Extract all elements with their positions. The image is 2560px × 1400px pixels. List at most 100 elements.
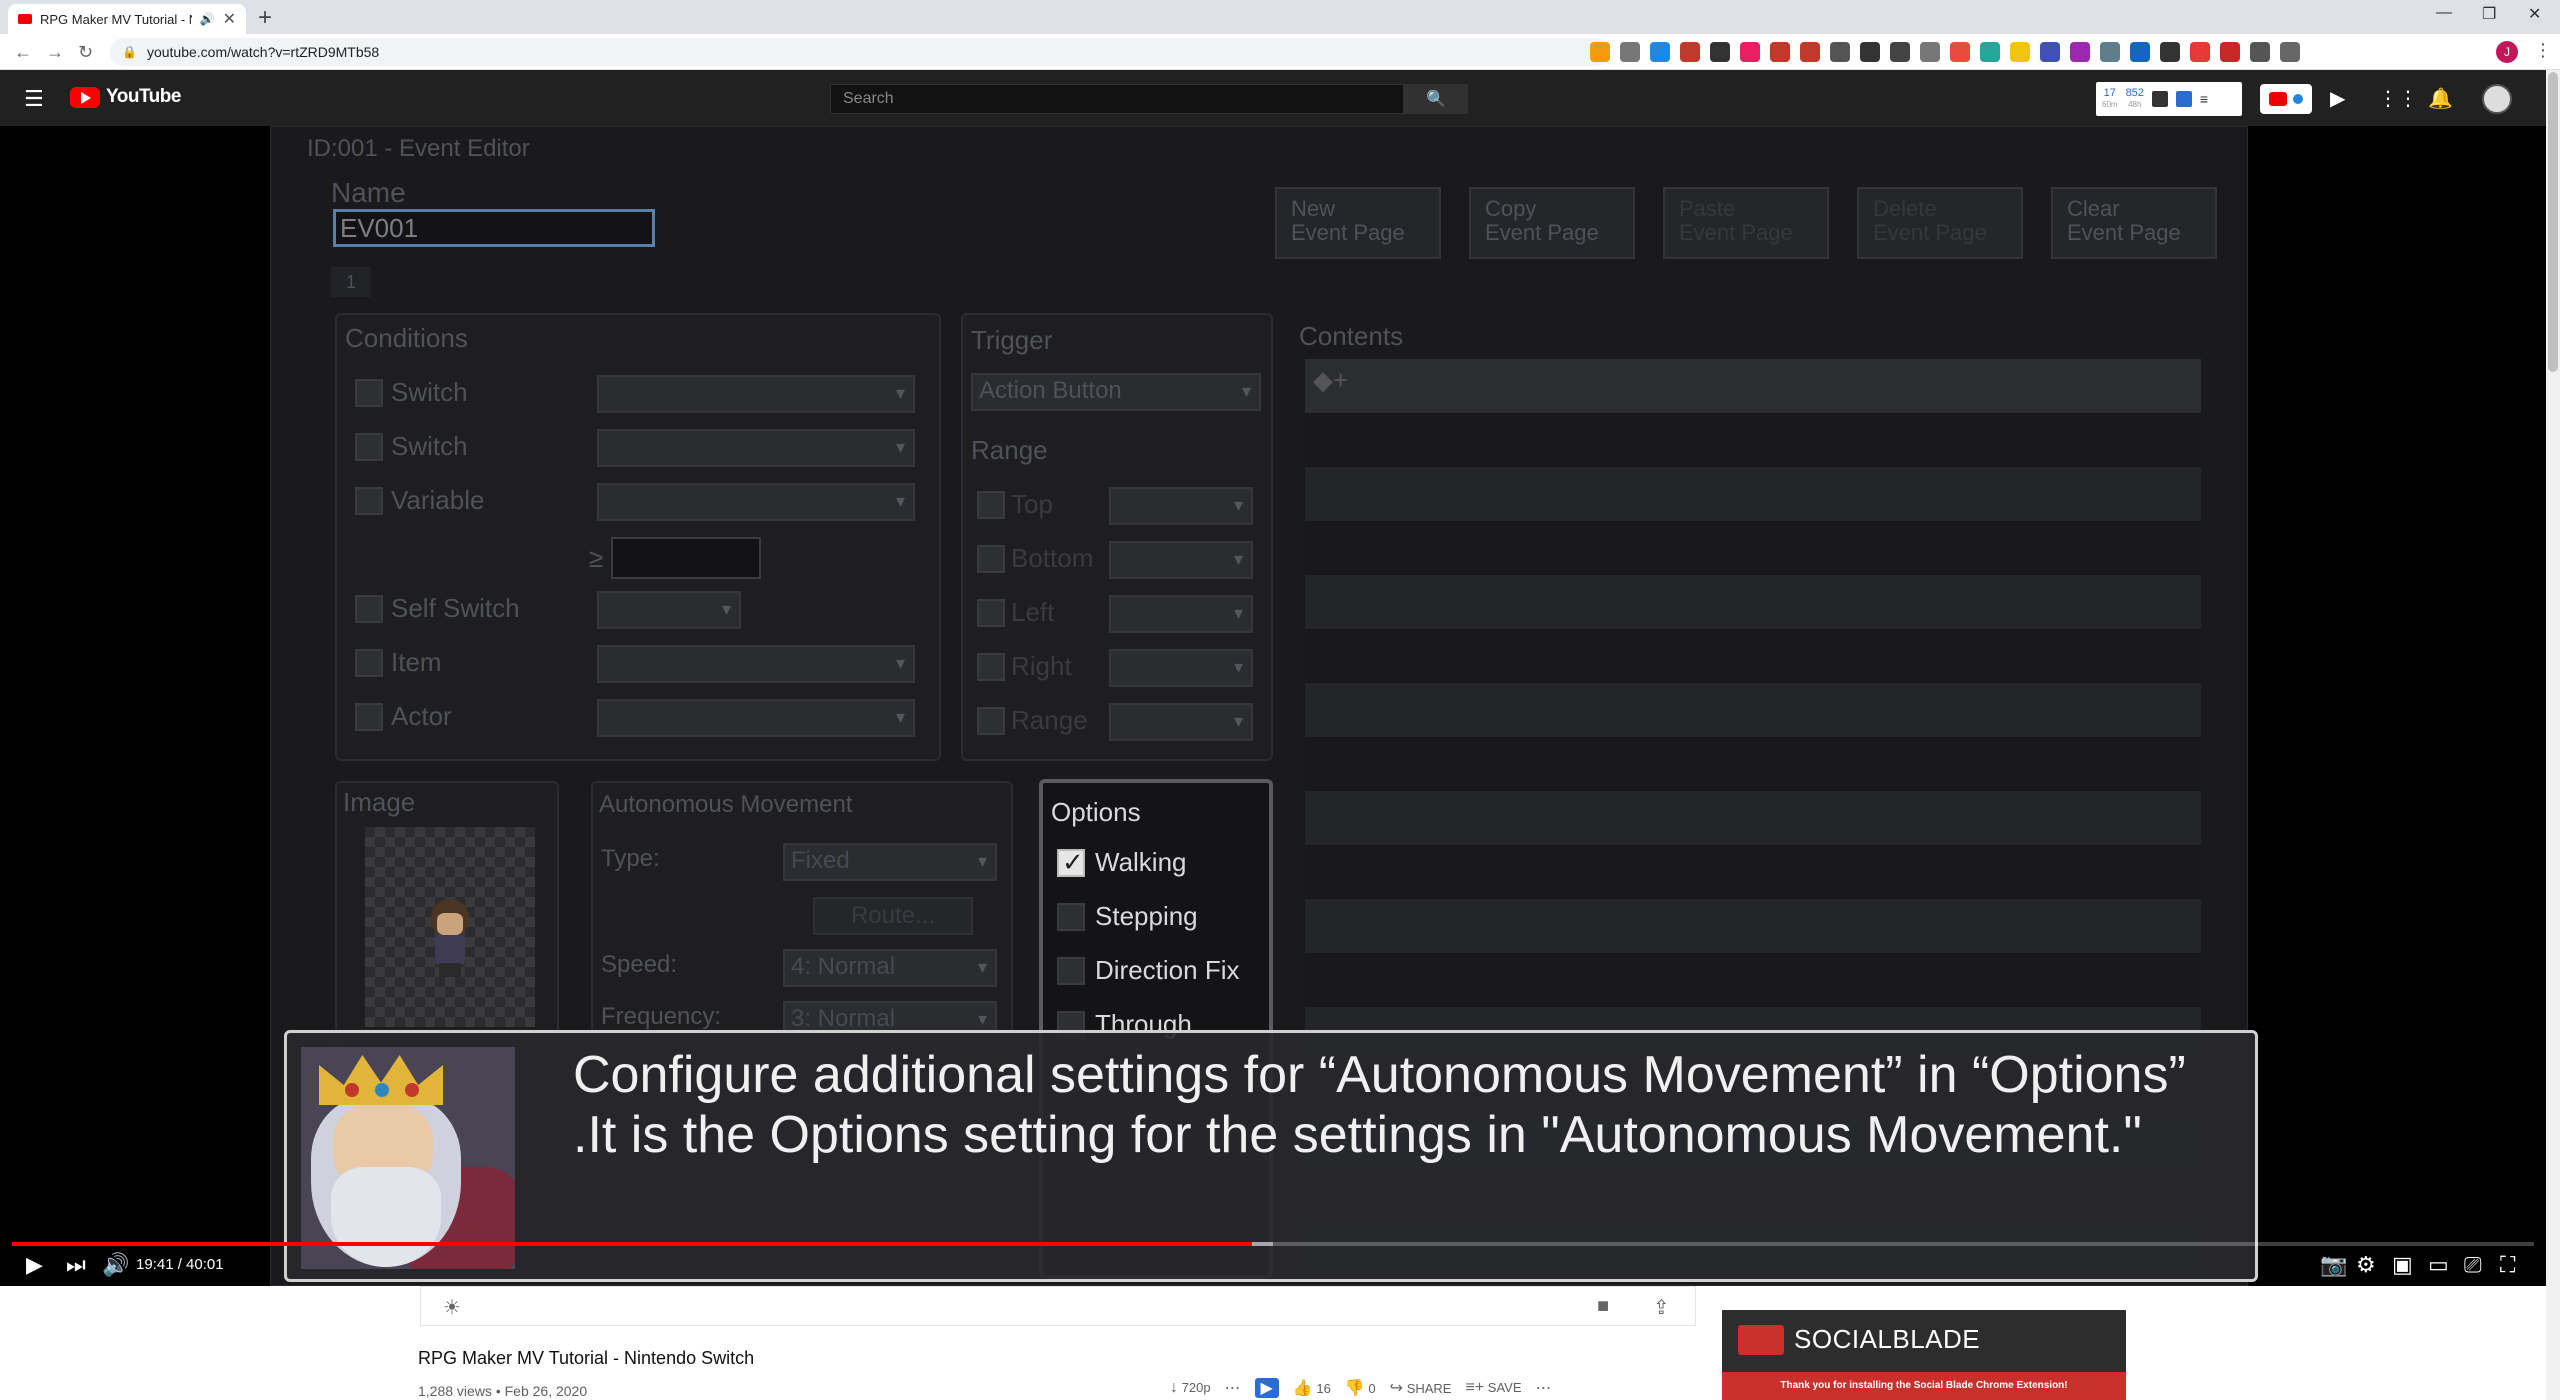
profile-avatar[interactable]: J (2496, 41, 2518, 63)
browser-tab[interactable]: RPG Maker MV Tutorial - Nin 🔊 ✕ (8, 4, 246, 34)
tab-close-icon[interactable]: ✕ (223, 9, 236, 29)
window-close-icon[interactable]: ✕ (2528, 4, 2541, 24)
extension-icon[interactable] (1680, 42, 1700, 62)
speed-label: Speed: (601, 951, 678, 978)
share-box-icon[interactable]: ⇪ (1653, 1295, 1670, 1320)
browser-menu-icon[interactable]: ⋮ (2534, 40, 2552, 61)
extension-icon[interactable] (1950, 42, 1970, 62)
url-field[interactable]: 🔒 youtube.com/watch?v=rtZRD9MTb58 (110, 38, 1610, 66)
cast-icon[interactable]: ⎚ (2464, 1252, 2482, 1278)
brightness-icon[interactable]: ☀ (443, 1295, 461, 1320)
address-bar-row: ← → ↻ 🔒 youtube.com/watch?v=rtZRD9MTb58 … (0, 34, 2560, 70)
socialblade-logo-icon (1738, 1324, 1784, 1355)
more-actions-icon[interactable]: ⋯ (1536, 1378, 1552, 1398)
range-bottom-label: Bottom (1011, 543, 1094, 573)
extension-icon[interactable] (1770, 42, 1790, 62)
account-avatar[interactable] (2482, 84, 2512, 114)
extension-icon[interactable] (2010, 42, 2030, 62)
search-button[interactable]: 🔍 (1404, 84, 1468, 114)
range-right-checkbox (977, 653, 1005, 681)
socialblade-widget[interactable]: 17 60m 852 48h ≡ (2096, 82, 2242, 116)
extension-icon[interactable] (2190, 42, 2210, 62)
tab-audio-icon[interactable]: 🔊 (200, 12, 215, 26)
save-button[interactable]: ≡+ SAVE (1465, 1379, 1521, 1397)
miniplayer-icon[interactable]: ▣ (2392, 1252, 2413, 1278)
contents-row (1305, 683, 2201, 737)
camera-icon[interactable]: ■ (1597, 1295, 1609, 1318)
extension-icon[interactable] (1740, 42, 1760, 62)
youtube-logo-text: YouTube (106, 86, 181, 107)
new-tab-button[interactable]: + (258, 4, 272, 32)
theater-mode-icon[interactable]: ▭ (2428, 1252, 2449, 1278)
extension-icon[interactable] (1920, 42, 1940, 62)
condition-switch1-checkbox (355, 379, 383, 407)
extension-icon[interactable] (2220, 42, 2240, 62)
ge-symbol: ≥ (589, 543, 604, 573)
condition-variable-dropdown (597, 483, 915, 521)
dislike-button[interactable]: 👎 0 (1345, 1378, 1376, 1398)
range-bottom-spinner (1109, 541, 1253, 579)
sb-player-icon[interactable]: ▶ (1254, 1378, 1279, 1398)
extension-icon[interactable] (1830, 42, 1850, 62)
hamburger-menu-icon[interactable]: ☰ (24, 86, 44, 112)
notifications-icon[interactable]: 🔔 (2428, 86, 2453, 111)
reload-icon[interactable]: ↻ (78, 42, 93, 63)
extension-icon[interactable] (2040, 42, 2060, 62)
extension-icon[interactable] (2130, 42, 2150, 62)
range-top-spinner (1109, 487, 1253, 525)
create-video-icon[interactable]: ▶ (2330, 86, 2345, 111)
king-portrait (301, 1047, 515, 1269)
extension-icons (1590, 42, 2300, 62)
extension-icon[interactable] (1890, 42, 1910, 62)
back-icon[interactable]: ← (14, 42, 32, 63)
ext-blue-dot-icon (2293, 94, 2303, 104)
extension-icon[interactable] (1710, 42, 1730, 62)
ext-pill-button[interactable] (2260, 84, 2312, 114)
search-input[interactable]: Search (830, 84, 1404, 114)
extension-icon[interactable] (2280, 42, 2300, 62)
volume-icon[interactable]: 🔊 (102, 1252, 129, 1278)
condition-switch2-checkbox (355, 433, 383, 461)
socialblade-banner[interactable]: SOCIALBLADE Thank you for installing the… (1722, 1310, 2126, 1400)
quality-more-icon[interactable]: ⋯ (1225, 1378, 1241, 1398)
extension-icon[interactable] (2100, 42, 2120, 62)
extension-icon[interactable] (1860, 42, 1880, 62)
range-range-spinner (1109, 703, 1253, 741)
fullscreen-icon[interactable]: ⛶ (2500, 1252, 2515, 1278)
progress-played (12, 1242, 1253, 1246)
scrollbar-thumb[interactable] (2548, 72, 2558, 372)
range-left-label: Left (1011, 597, 1055, 627)
condition-self-switch-checkbox (355, 595, 383, 623)
range-left-checkbox (977, 599, 1005, 627)
extension-icon[interactable] (1800, 42, 1820, 62)
restore-icon[interactable]: ❐ (2482, 4, 2496, 24)
apps-grid-icon[interactable]: ⋮⋮ (2378, 86, 2418, 111)
condition-switch2-dropdown (597, 429, 915, 467)
condition-item-dropdown (597, 645, 915, 683)
contents-row (1305, 575, 2201, 629)
page-scrollbar[interactable] (2546, 70, 2560, 1400)
condition-self-switch-label: Self Switch (391, 593, 520, 623)
next-icon[interactable]: ⏭ (66, 1252, 86, 1278)
youtube-logo[interactable]: YouTube (70, 86, 181, 108)
extension-icon[interactable] (1620, 42, 1640, 62)
progress-bar[interactable] (12, 1242, 2534, 1246)
like-button[interactable]: 👍 16 (1293, 1378, 1331, 1398)
extension-icon[interactable] (1590, 42, 1610, 62)
play-icon[interactable]: ▶ (26, 1252, 43, 1278)
autoplay-icon[interactable]: ⚙ (2356, 1252, 2376, 1278)
extension-icon[interactable] (2160, 42, 2180, 62)
video-player[interactable]: ID:001 - Event Editor Name EV001 New Even… (0, 126, 2546, 1286)
extension-icon[interactable] (2250, 42, 2270, 62)
condition-variable-checkbox (355, 487, 383, 515)
extension-icon[interactable] (1650, 42, 1670, 62)
minimize-icon[interactable]: — (2436, 4, 2452, 22)
extension-icon[interactable] (1980, 42, 2000, 62)
quality-button[interactable]: ↓ 720p (1170, 1379, 1211, 1397)
extension-icon[interactable] (2070, 42, 2090, 62)
screenshot-icon[interactable]: 📷 (2320, 1252, 2347, 1278)
range-right-label: Right (1011, 651, 1072, 681)
subtitle-text: Configure additional settings for “Auton… (573, 1046, 2186, 1164)
share-button[interactable]: ↪ SHARE (1390, 1378, 1452, 1398)
forward-icon[interactable]: → (46, 42, 64, 63)
